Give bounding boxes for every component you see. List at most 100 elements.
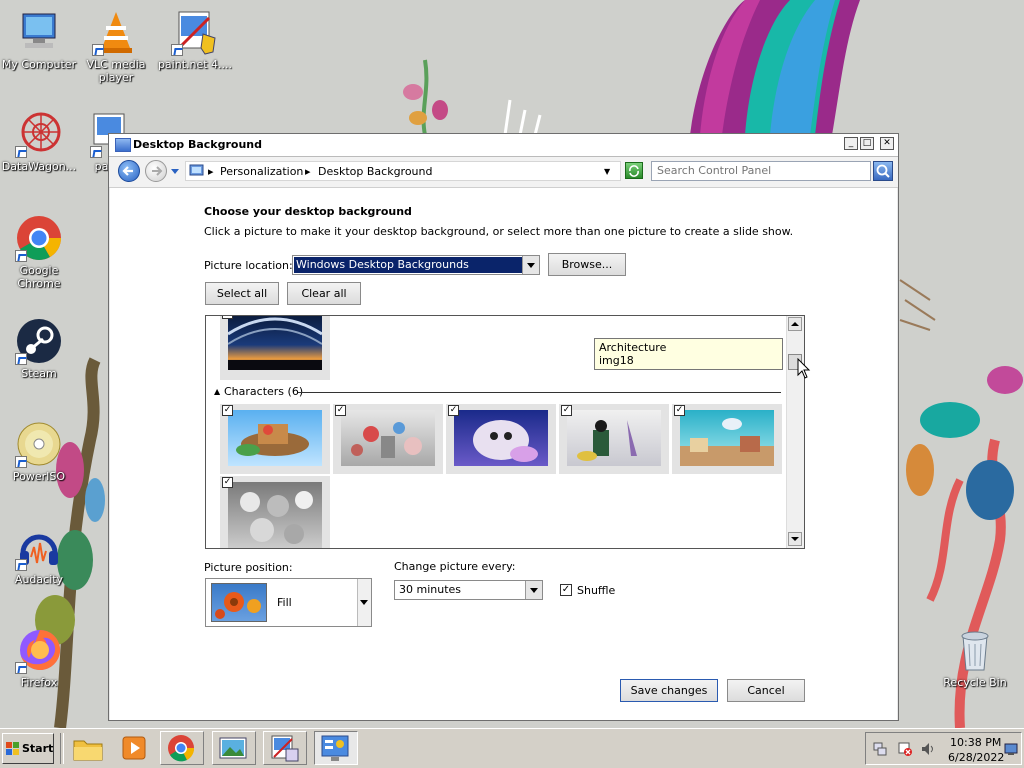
browse-button[interactable]: Browse... bbox=[548, 253, 626, 276]
picture-position-label: Picture position: bbox=[204, 561, 293, 574]
tooltip-category: Architecture bbox=[599, 341, 667, 354]
change-every-dropdown[interactable]: 30 minutes bbox=[394, 580, 543, 600]
desktop-icon-datawagon[interactable]: DataWagon... bbox=[0, 110, 78, 173]
thumbnail-checkbox[interactable]: ✓ bbox=[561, 405, 572, 416]
save-changes-button[interactable]: Save changes bbox=[620, 679, 718, 702]
character-image-2 bbox=[341, 410, 435, 466]
start-button[interactable]: Start bbox=[2, 733, 54, 764]
desktop-icon-firefox[interactable]: Firefox bbox=[0, 626, 78, 689]
change-every-value: 30 minutes bbox=[399, 583, 462, 596]
thumbnail-character-5[interactable]: ✓ bbox=[672, 404, 782, 474]
character-image-1 bbox=[228, 410, 322, 466]
page-description: Click a picture to make it your desktop … bbox=[204, 225, 794, 238]
desktop-icon-paintnet[interactable]: paint.net 4.... bbox=[156, 8, 234, 71]
thumbnail-checkbox[interactable]: ✓ bbox=[222, 477, 233, 488]
chrome-icon bbox=[168, 735, 195, 762]
desktop-icon-label: Google Chrome bbox=[17, 264, 61, 290]
taskbar-media-player-button[interactable] bbox=[112, 731, 156, 765]
clear-all-button[interactable]: Clear all bbox=[287, 282, 361, 305]
maximize-button[interactable]: □ bbox=[860, 137, 874, 150]
show-desktop-icon[interactable] bbox=[1004, 742, 1018, 756]
paintnet-icon bbox=[171, 8, 219, 56]
desktop-icon-steam[interactable]: Steam bbox=[0, 317, 78, 380]
chevron-down-icon[interactable] bbox=[525, 581, 542, 599]
minimize-button[interactable]: _ bbox=[844, 137, 858, 150]
scroll-up-button[interactable] bbox=[788, 317, 802, 331]
page-heading: Choose your desktop background bbox=[204, 205, 412, 218]
chevron-down-icon[interactable] bbox=[522, 256, 539, 274]
search-input[interactable] bbox=[653, 163, 861, 178]
cancel-button[interactable]: Cancel bbox=[727, 679, 805, 702]
thumbnail-checkbox[interactable]: ✓ bbox=[674, 405, 685, 416]
desktop-icon-recycle-bin[interactable]: Recycle Bin bbox=[936, 626, 1014, 689]
taskbar-explorer-button[interactable] bbox=[66, 731, 110, 765]
shortcut-arrow-icon bbox=[90, 146, 102, 158]
media-player-icon bbox=[122, 736, 146, 760]
picture-position-value: Fill bbox=[277, 596, 292, 609]
picture-position-chevron-icon[interactable] bbox=[357, 579, 371, 626]
thumbnail-architecture-img18[interactable]: ✓ bbox=[220, 316, 330, 380]
shortcut-arrow-icon bbox=[171, 44, 183, 56]
volume-icon[interactable] bbox=[920, 741, 936, 757]
thumbnail-character-1[interactable]: ✓ bbox=[220, 404, 330, 474]
taskbar-chrome-button[interactable] bbox=[160, 731, 204, 765]
desktop-icon-my-computer[interactable]: My Computer bbox=[0, 8, 78, 71]
picture-icon bbox=[219, 737, 247, 759]
desktop-icon-audacity[interactable]: Audacity bbox=[0, 523, 78, 586]
group-header-characters[interactable]: Characters (6) bbox=[224, 385, 303, 398]
gallery-scrollbar[interactable] bbox=[786, 316, 804, 548]
windows-logo-icon bbox=[6, 742, 19, 755]
network-icon[interactable] bbox=[872, 741, 888, 757]
search-icon bbox=[876, 164, 890, 178]
character-image-6 bbox=[228, 482, 322, 548]
desktop-icon-label: Steam bbox=[21, 367, 57, 380]
picture-gallery[interactable]: ✓ Architecture img18 ▲ Characters (6) ✓ bbox=[205, 315, 805, 549]
shuffle-label[interactable]: Shuffle bbox=[577, 584, 615, 597]
scroll-down-button[interactable] bbox=[788, 532, 802, 546]
refresh-button[interactable] bbox=[625, 162, 643, 179]
address-bar: ▸ Personalization ▸ Desktop Background ▼ bbox=[109, 157, 898, 188]
desktop-icon-poweriso[interactable]: PowerISO bbox=[0, 420, 78, 483]
thumbnail-checkbox[interactable]: ✓ bbox=[222, 405, 233, 416]
thumbnail-checkbox[interactable]: ✓ bbox=[448, 405, 459, 416]
search-button[interactable] bbox=[873, 161, 893, 181]
desktop-icon-chrome[interactable]: Google Chrome bbox=[0, 214, 78, 290]
desktop-icon-vlc[interactable]: VLC media player bbox=[77, 8, 155, 84]
steam-icon bbox=[15, 317, 63, 365]
group-collapse-icon[interactable]: ▲ bbox=[214, 387, 220, 396]
breadcrumb-separator-icon: ▸ bbox=[305, 165, 311, 178]
refresh-icon bbox=[629, 165, 639, 177]
breadcrumb-item-desktop-background[interactable]: Desktop Background bbox=[318, 165, 433, 178]
breadcrumb[interactable]: ▸ Personalization ▸ Desktop Background ▼ bbox=[185, 161, 621, 181]
desktop-icon-label: My Computer bbox=[1, 58, 77, 71]
recent-pages-chevron-icon[interactable] bbox=[171, 169, 179, 174]
back-button[interactable] bbox=[118, 160, 140, 182]
picture-location-label: Picture location: bbox=[204, 259, 293, 272]
select-all-button[interactable]: Select all bbox=[205, 282, 279, 305]
desktop-icon-label: Firefox bbox=[20, 676, 58, 689]
thumbnail-checkbox[interactable]: ✓ bbox=[335, 405, 346, 416]
picture-position-dropdown[interactable]: Fill bbox=[205, 578, 372, 627]
clock-time[interactable]: 10:38 PM bbox=[950, 736, 1001, 749]
taskbar-control-panel-button[interactable] bbox=[314, 731, 358, 765]
close-button[interactable]: ✕ bbox=[880, 137, 894, 150]
desktop-icon-label: DataWagon... bbox=[1, 160, 77, 173]
thumbnail-character-3[interactable]: ✓ bbox=[446, 404, 556, 474]
title-bar[interactable]: Desktop Background _ □ ✕ bbox=[109, 134, 898, 157]
shuffle-checkbox[interactable]: ✓ bbox=[560, 584, 572, 596]
thumbnail-character-6[interactable]: ✓ bbox=[220, 476, 330, 548]
action-center-icon[interactable] bbox=[897, 741, 913, 757]
window-title: Desktop Background bbox=[133, 138, 263, 151]
taskbar-paintnet-button[interactable] bbox=[263, 731, 307, 765]
control-panel-small-icon bbox=[189, 164, 204, 176]
search-box[interactable] bbox=[651, 161, 871, 181]
picture-location-dropdown[interactable]: Windows Desktop Backgrounds bbox=[292, 255, 540, 275]
clock-date[interactable]: 6/28/2022 bbox=[948, 751, 1004, 764]
address-dropdown-icon[interactable]: ▼ bbox=[604, 167, 610, 176]
forward-button[interactable] bbox=[145, 160, 167, 182]
thumbnail-character-2[interactable]: ✓ bbox=[333, 404, 443, 474]
breadcrumb-item-personalization[interactable]: Personalization bbox=[220, 165, 303, 178]
thumbnail-checkbox[interactable]: ✓ bbox=[222, 316, 233, 319]
thumbnail-character-4[interactable]: ✓ bbox=[559, 404, 669, 474]
taskbar-photo-viewer-button[interactable] bbox=[212, 731, 256, 765]
